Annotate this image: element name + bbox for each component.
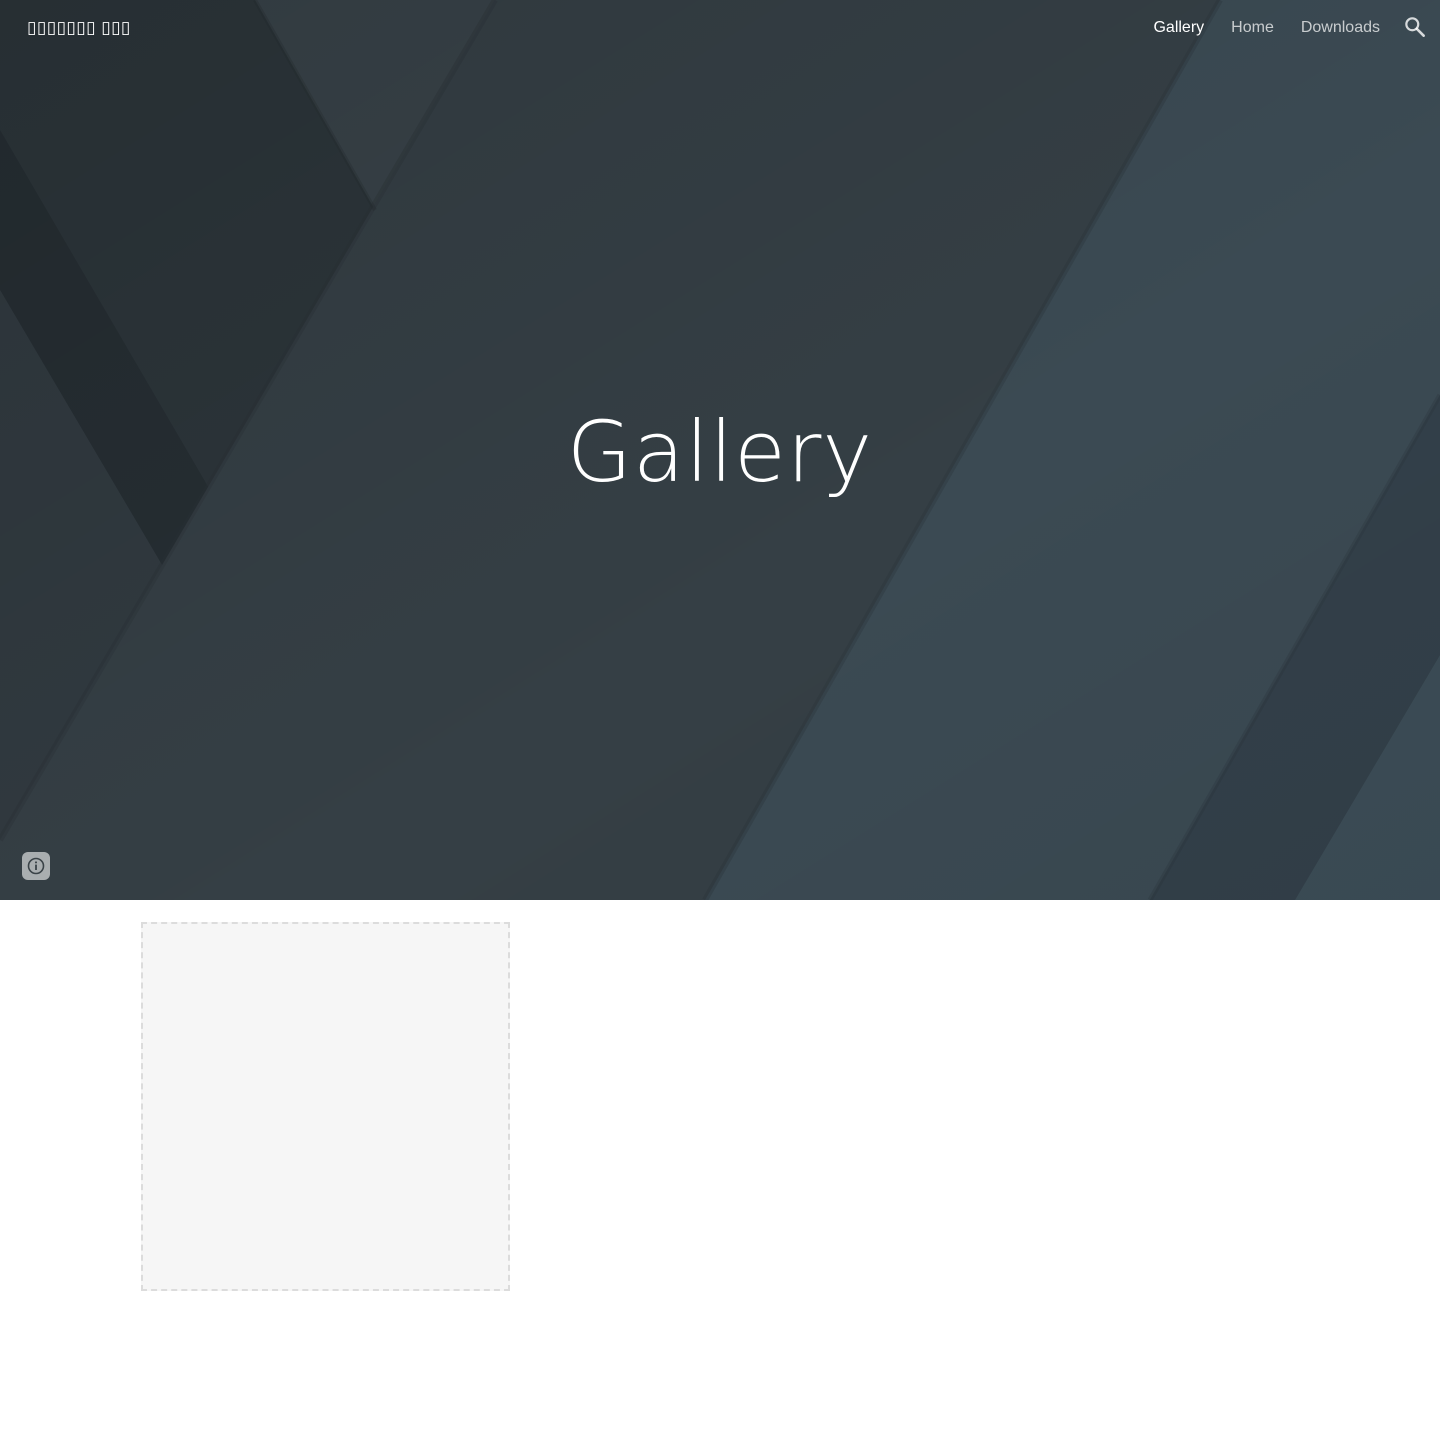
info-button[interactable] [22,852,50,880]
image-placeholder [141,922,510,1291]
site-title[interactable]: ▯▯▯▯▯▯▯ ▯▯▯ [27,16,131,40]
search-button[interactable] [1402,14,1428,40]
search-icon [1405,17,1425,37]
hero-banner: ▯▯▯▯▯▯▯ ▯▯▯ Gallery Home Downloads Galle… [0,0,1440,900]
page-title: Gallery [566,403,874,501]
main-nav: Gallery Home Downloads [1126,16,1380,40]
nav-item-gallery[interactable]: Gallery [1153,16,1204,40]
nav-item-downloads[interactable]: Downloads [1301,16,1380,40]
info-icon [27,857,45,875]
nav-item-home[interactable]: Home [1231,16,1274,40]
